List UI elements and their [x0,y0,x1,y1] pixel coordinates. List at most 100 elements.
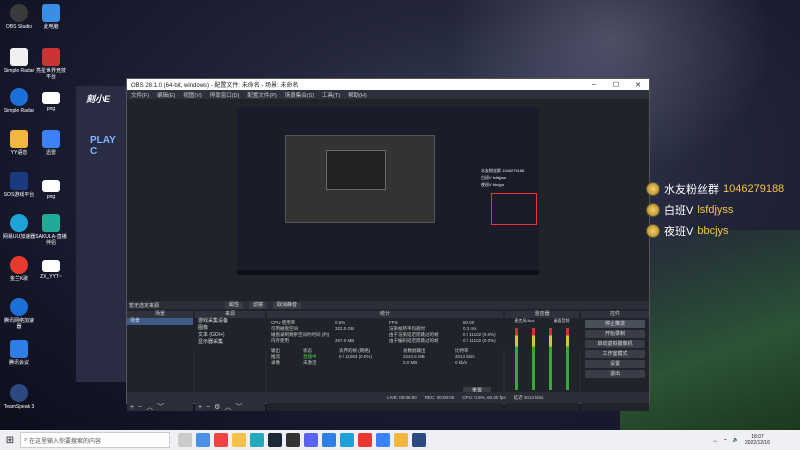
discord-icon[interactable] [304,433,318,447]
menu-bar: 文件(F) 编辑(E) 视图(V) 停靠窗口(D) 配置文件(P) 场景集合(S… [127,90,649,99]
properties-button[interactable]: 属性 [225,301,244,309]
app-icon[interactable] [358,433,372,447]
desktop-icon-png-2[interactable]: png [34,180,68,200]
output-table: 输出 状态 丢弃的帧 (网络) 总数据输出 比特率 推流 直播中 0 / 11083 (0.… [271,348,475,365]
desktop-meter-l [549,328,552,390]
app-icon[interactable] [322,433,336,447]
store-icon[interactable] [250,433,264,447]
source-item[interactable]: 显示器采集 [195,339,265,346]
overlay-row: 水友粉丝群 1046279188 [646,178,800,199]
bitrate: 延迟 3013 kb/s [513,394,544,400]
stats-table: CPU 使用率 0.6% FPS 60.00 可用磁盘空间 322.0 GB 渲染帧所平均… [271,320,496,343]
filters-button[interactable]: 滤镜 [249,301,268,309]
desktop-icon-simple-radar[interactable]: Simple Radar [2,48,36,74]
menu-view[interactable]: 视图(V) [183,91,201,99]
menu-file[interactable]: 文件(F) [131,91,149,99]
desktop-icon-zx[interactable]: ZX_YYT~ [34,260,68,280]
status-bar: LIVE: 00:06:00 REC: 00:00:00 CPU: 0.6%, … [127,392,649,403]
task-view-icon[interactable] [178,433,192,447]
no-source-label: 暂无选定来源 [129,302,160,309]
desktop-icons: OBS Studio Simple Radar Simple Radar YY语… [0,0,70,430]
live-time: LIVE: 00:06:00 [387,395,417,400]
cpu-fps: CPU: 0.6%, 60.00 fps [462,395,506,400]
taskbar-search[interactable]: ⌕ 在这里输入你要搜索的内容 [20,432,170,448]
app-icon[interactable] [394,433,408,447]
desktop-icon-platform[interactable]: 亮星世界竞技平台 [34,48,68,80]
settings-button[interactable]: 设置 [585,360,645,368]
edge-icon[interactable] [196,433,210,447]
desktop-icon-sos[interactable]: SOS游戏平台 [2,172,36,198]
mixer-channel-desktop: 桌面音频 [553,318,570,323]
scenes-toolbar[interactable]: +−︿﹀ [127,402,193,411]
mixer-header: 混音器 [505,311,579,318]
source-item[interactable]: 图像 [195,325,265,332]
sources-toolbar[interactable]: +−⚙︿﹀ [195,402,265,411]
selected-source-bounds[interactable] [491,193,537,225]
nested-obs-preview [285,135,435,223]
obs-window[interactable]: OBS 28.1.0 (64-bit, windows) - 配置文件: 未命名… [126,78,650,411]
source-toolbar: 暂无选定来源 属性 滤镜 取消静音 [127,301,649,309]
maximize-icon[interactable]: ☐ [605,81,627,89]
desktop-icon-teamspeak[interactable]: TeamSpeak 3 [2,384,36,410]
steam-icon[interactable] [268,433,282,447]
source-item[interactable]: 游戏采集设备 [195,318,265,325]
windows-taskbar: ⊞ ⌕ 在这里输入你要搜索的内容 ︿ ⌁ 🔈 18:07 2022/12/16 [0,430,800,450]
menu-help[interactable]: 帮助(H) [348,91,367,99]
chrome-icon[interactable] [214,433,228,447]
app-icon[interactable] [412,433,426,447]
medal-icon [646,181,660,196]
desktop-icon-tencent-meeting[interactable]: 腾讯会议 [2,340,36,366]
taskbar-clock[interactable]: 18:07 2022/12/16 [745,434,770,446]
obs-titlebar[interactable]: OBS 28.1.0 (64-bit, windows) - 配置文件: 未命名… [127,79,649,90]
desktop-icon-sakula[interactable]: SAKULA-直播伴侣 [34,214,68,246]
app-icon[interactable] [376,433,390,447]
volume-icon[interactable]: 🔈 [733,437,739,443]
desktop-meter-r [566,328,569,390]
stop-streaming-button[interactable]: 停止推流 [585,320,645,328]
unmute-button[interactable]: 取消静音 [273,301,302,309]
desktop-icon-obs[interactable]: OBS Studio [2,4,36,30]
windows-start-icon[interactable]: ⊞ [0,435,20,446]
mic-meter-r [532,328,535,390]
desktop-icon-kge[interactable]: 金兰K歌 [2,256,36,282]
menu-profile[interactable]: 配置文件(P) [247,91,276,99]
desktop-icon-xunlei[interactable]: 迅雷 [34,130,68,156]
stream-overlay: 水友粉丝群 1046279188 白班V lsfdjyss 夜班V bbcjys [646,178,800,241]
controls-header: 控件 [581,311,649,318]
obs-task-icon[interactable] [286,433,300,447]
desktop-icon-this-pc[interactable]: 此电脑 [34,4,68,30]
desktop-icon-yy[interactable]: YY语音 [2,130,36,156]
scene-item[interactable]: 场景 [127,318,193,325]
app-icon[interactable] [340,433,354,447]
folder-icon[interactable] [232,433,246,447]
system-tray: ︿ ⌁ 🔈 18:07 2022/12/16 [713,434,800,446]
desktop-icon-uu[interactable]: 网易UU加速器 [2,214,36,240]
studio-mode-button[interactable]: 工作室模式 [585,350,645,358]
sources-header: 来源 [195,311,265,318]
menu-docks[interactable]: 停靠窗口(D) [210,91,240,99]
window-title: OBS 28.1.0 (64-bit, windows) - 配置文件: 未命名… [131,83,299,89]
preview-area: 水友粉丝群 1046279188 白班V lsfdjyss 夜班V bbcjys… [127,99,649,411]
source-item[interactable]: 文本 (GDI+) [195,332,265,339]
desktop-icon-tencent-acc[interactable]: 腾讯网络加速器 [2,298,36,330]
medal-icon [646,202,660,217]
stream-preview[interactable]: 水友粉丝群 1046279188 白班V lsfdjyss 夜班V bbcjys [237,107,539,275]
exit-button[interactable]: 退出 [585,370,645,378]
overlay-row: 白班V lsfdjyss [646,199,800,220]
menu-scene-collection[interactable]: 场景集合(S) [285,91,314,99]
menu-edit[interactable]: 编辑(E) [157,91,175,99]
close-icon[interactable]: ✕ [627,81,649,89]
volume-meters [505,324,579,396]
desktop-icon-png[interactable]: png [34,92,68,112]
start-recording-button[interactable]: 开始录制 [585,330,645,338]
start-virtual-camera-button[interactable]: 启动虚拟摄像机 [585,340,645,348]
mic-meter-l [515,328,518,390]
desktop-icon-simple-radar-2[interactable]: Simple Radar [2,88,36,114]
minimize-icon[interactable]: – [583,81,605,88]
network-icon[interactable]: ⌁ [724,437,727,443]
medal-icon [646,223,660,238]
tray-chevron-icon[interactable]: ︿ [713,437,718,444]
stats-header: 统计 [267,311,503,318]
menu-tools[interactable]: 工具(T) [322,91,340,99]
scenes-header: 场景 [127,311,193,318]
